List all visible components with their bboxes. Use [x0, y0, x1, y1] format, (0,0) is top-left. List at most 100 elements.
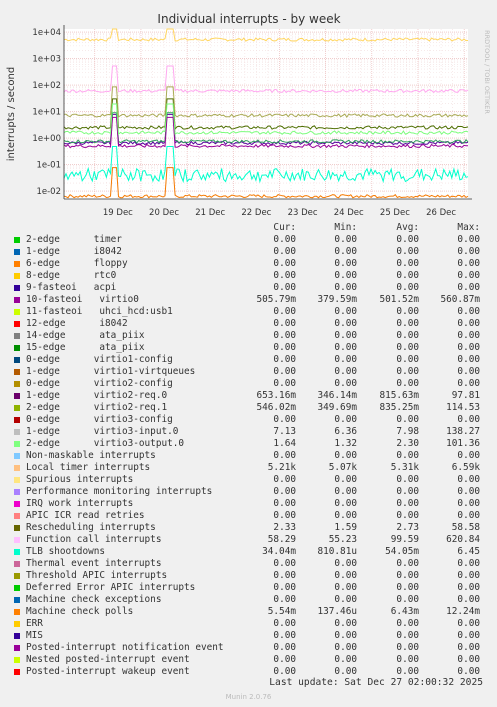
- x-tick-label: 26 Dec: [426, 208, 456, 218]
- legend-swatch: [14, 369, 20, 375]
- legend-cur: 546.02m: [256, 402, 296, 413]
- legend-cur: 0.00: [273, 594, 296, 605]
- legend-min: 0.00: [334, 282, 357, 293]
- legend-min: 55.23: [328, 534, 357, 545]
- legend-avg: 0.00: [396, 414, 419, 425]
- legend-avg: 815.63m: [379, 390, 419, 401]
- legend-avg: 0.00: [396, 258, 419, 269]
- chart: 1e-02 1e-01 1e+00 1e+01 1e+02 1e+03 1e+04 19 De…: [6, 12, 491, 218]
- legend-max: 0.00: [457, 342, 480, 353]
- legend-max: 0.00: [457, 618, 480, 629]
- legend-min: 0.00: [334, 570, 357, 581]
- legend-max: 0.00: [457, 570, 480, 581]
- legend-cur: 0.00: [273, 642, 296, 653]
- legend-row: Deferred Error APIC interrupts 0.00 0.00 0.…: [0, 582, 497, 594]
- legend-row: ERR 0.00 0.00 0.00 0.00: [0, 618, 497, 630]
- legend-row: 6-edge floppy 0.00 0.00 0.00 0.00: [0, 258, 497, 270]
- legend-min: 0.00: [334, 342, 357, 353]
- legend-max: 0.00: [457, 474, 480, 485]
- legend-cur: 34.04m: [262, 546, 296, 557]
- legend-max: 0.00: [457, 414, 480, 425]
- legend-row: APIC ICR read retries 0.00 0.00 0.00 0.00: [0, 510, 497, 522]
- munin-version: Munin 2.0.76: [225, 693, 272, 701]
- legend-name: 1-edge virtio2-req.0: [26, 390, 168, 401]
- legend-rows: 2-edge timer 0.00 0.00 0.00 0.00 1-edge i8042…: [0, 234, 497, 678]
- legend-row: Machine check exceptions 0.00 0.00 0.00 0.00: [0, 594, 497, 606]
- header-avg: Avg:: [396, 222, 419, 233]
- legend-row: Machine check polls 5.54m 137.46u 6.43m 12.2…: [0, 606, 497, 618]
- legend-name: 12-edge i8042: [26, 318, 128, 329]
- legend-cur: 58.29: [267, 534, 296, 545]
- legend-row: 0-edge virtio3-config 0.00 0.00 0.00 0.00: [0, 414, 497, 426]
- legend-row: Local timer interrupts 5.21k 5.07k 5.31k 6.5…: [0, 462, 497, 474]
- legend-avg: 0.00: [396, 642, 419, 653]
- legend-avg: 0.00: [396, 330, 419, 341]
- legend-swatch: [14, 273, 20, 279]
- legend-cur: 0.00: [273, 306, 296, 317]
- legend-min: 0.00: [334, 354, 357, 365]
- legend-swatch: [14, 261, 20, 267]
- legend-min: 5.07k: [328, 462, 357, 473]
- legend-max: 58.58: [451, 522, 480, 533]
- legend-cur: 0.00: [273, 570, 296, 581]
- legend-cur: 653.16m: [256, 390, 296, 401]
- legend-swatch: [14, 669, 20, 675]
- legend-avg: 0.00: [396, 318, 419, 329]
- legend-name: Function call interrupts: [26, 534, 162, 545]
- legend-avg: 0.00: [396, 234, 419, 245]
- legend-min: 0.00: [334, 330, 357, 341]
- legend-avg: 2.73: [396, 522, 419, 533]
- legend-row: IRQ work interrupts 0.00 0.00 0.00 0.00: [0, 498, 497, 510]
- legend-min: 349.69m: [317, 402, 357, 413]
- chart-title: Individual interrupts - by week: [157, 12, 340, 26]
- legend-min: 0.00: [334, 498, 357, 509]
- legend-max: 0.00: [457, 486, 480, 497]
- legend-swatch: [14, 465, 20, 471]
- legend-avg: 0.00: [396, 366, 419, 377]
- legend-name: 0-edge virtio3-config: [26, 414, 173, 425]
- legend-swatch: [14, 249, 20, 255]
- legend-avg: 0.00: [396, 282, 419, 293]
- legend-cur: 0.00: [273, 378, 296, 389]
- legend-avg: 99.59: [390, 534, 419, 545]
- legend-avg: 0.00: [396, 618, 419, 629]
- legend-name: Posted-interrupt notification event: [26, 642, 224, 653]
- legend-max: 0.00: [457, 330, 480, 341]
- legend-avg: 0.00: [396, 654, 419, 665]
- legend-cur: 0.00: [273, 342, 296, 353]
- legend-name: Spurious interrupts: [26, 474, 134, 485]
- legend-swatch: [14, 609, 20, 615]
- legend-avg: 0.00: [396, 270, 419, 281]
- legend-min: 0.00: [334, 558, 357, 569]
- legend-max: 0.00: [457, 366, 480, 377]
- legend-row: 8-edge rtc0 0.00 0.00 0.00 0.00: [0, 270, 497, 282]
- legend-max: 0.00: [457, 654, 480, 665]
- legend-max: 0.00: [457, 306, 480, 317]
- legend-min: 0.00: [334, 258, 357, 269]
- legend-cur: 0.00: [273, 366, 296, 377]
- legend-max: 6.45: [457, 546, 480, 557]
- legend-avg: 0.00: [396, 630, 419, 641]
- legend-cur: 0.00: [273, 486, 296, 497]
- legend-min: 810.81u: [317, 546, 357, 557]
- legend-swatch: [14, 297, 20, 303]
- header-max: Max:: [457, 222, 480, 233]
- legend-max: 0.00: [457, 594, 480, 605]
- legend-min: 346.14m: [317, 390, 357, 401]
- legend-swatch: [14, 381, 20, 387]
- legend-max: 114.53: [446, 402, 480, 413]
- legend-row: 9-fasteoi acpi 0.00 0.00 0.00 0.00: [0, 282, 497, 294]
- y-tick-label: 1e-01: [36, 161, 61, 171]
- legend-name: 1-edge i8042: [26, 246, 122, 257]
- legend-row: 12-edge i8042 0.00 0.00 0.00 0.00: [0, 318, 497, 330]
- x-tick-label: 24 Dec: [334, 208, 364, 218]
- legend-row: 1-edge virtio2-req.0 653.16m 346.14m 815.63…: [0, 390, 497, 402]
- legend-avg: 0.00: [396, 306, 419, 317]
- legend-min: 0.00: [334, 246, 357, 257]
- legend-cur: 0.00: [273, 474, 296, 485]
- legend-name: Deferred Error APIC interrupts: [26, 582, 196, 593]
- legend-cur: 0.00: [273, 330, 296, 341]
- legend-row: 10-fasteoi virtio0 505.79m 379.59m 501.52m 5…: [0, 294, 497, 306]
- legend-row: 1-edge virtio3-input.0 7.13 6.36 7.98 138.27: [0, 426, 497, 438]
- legend-avg: 0.00: [396, 582, 419, 593]
